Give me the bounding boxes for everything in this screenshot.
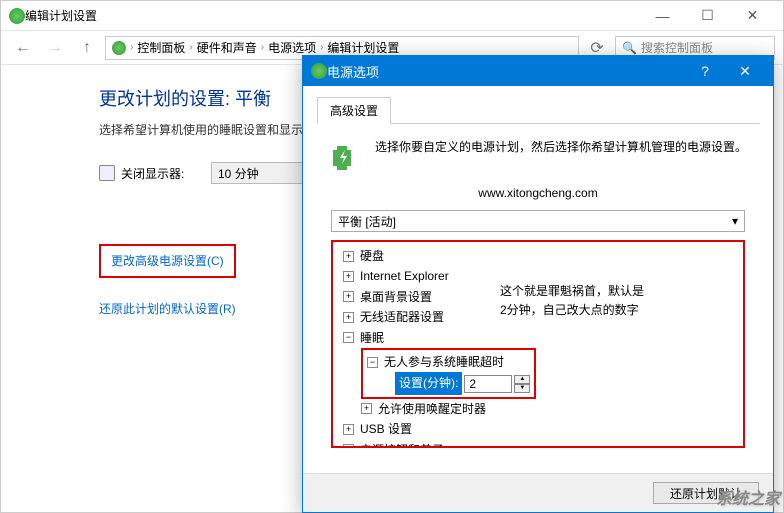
dialog-close-button[interactable]: ✕ bbox=[725, 57, 765, 86]
breadcrumb-sep: › bbox=[130, 42, 133, 53]
collapse-icon[interactable]: − bbox=[367, 357, 378, 368]
breadcrumb-icon bbox=[112, 41, 126, 55]
crumb-1[interactable]: 硬件和声音 bbox=[197, 39, 257, 56]
setting-minutes-input[interactable] bbox=[464, 375, 512, 393]
breadcrumb-sep: › bbox=[261, 42, 264, 53]
info-row: 选择你要自定义的电源计划，然后选择你希望计算机管理的电源设置。 bbox=[325, 138, 751, 178]
advanced-link-highlight: 更改高级电源设置(C) bbox=[99, 244, 236, 278]
tree-unattended[interactable]: −无人参与系统睡眠超时 bbox=[367, 352, 530, 372]
annotation-text: 这个就是罪魁祸首，默认是 2分钟，自己改大点的数字 bbox=[500, 282, 700, 320]
expand-icon[interactable]: + bbox=[343, 291, 354, 302]
settings-tree-highlight: +硬盘 +Internet Explorer +桌面背景设置 +无线适配器设置 … bbox=[331, 240, 745, 448]
dialog-help-button[interactable]: ? bbox=[685, 57, 725, 86]
annotation-line-1: 这个就是罪魁祸首，默认是 bbox=[500, 282, 700, 301]
expand-icon[interactable]: + bbox=[343, 312, 354, 323]
display-timeout-label: 关闭显示器: bbox=[121, 165, 211, 182]
expand-icon[interactable]: + bbox=[343, 444, 354, 448]
expand-icon[interactable]: + bbox=[361, 403, 372, 414]
expand-icon[interactable]: + bbox=[343, 271, 354, 282]
battery-icon bbox=[325, 138, 365, 178]
spin-up-button[interactable]: ▲ bbox=[514, 375, 530, 384]
unattended-setting-row: 设置(分钟): ▲ ▼ bbox=[367, 372, 530, 394]
tab-strip: 高级设置 bbox=[317, 96, 759, 124]
collapse-icon[interactable]: − bbox=[343, 332, 354, 343]
tree-usb[interactable]: +USB 设置 bbox=[337, 419, 743, 439]
tree-sleep[interactable]: −睡眠 bbox=[337, 328, 743, 348]
change-advanced-link[interactable]: 更改高级电源设置(C) bbox=[111, 254, 224, 268]
info-url: www.xitongcheng.com bbox=[317, 186, 759, 200]
setting-label: 设置(分钟): bbox=[395, 372, 462, 394]
titlebar: 编辑计划设置 — ☐ ✕ bbox=[1, 1, 783, 31]
crumb-2[interactable]: 电源选项 bbox=[268, 39, 316, 56]
expand-icon[interactable]: + bbox=[343, 251, 354, 262]
plan-value: 平衡 [活动] bbox=[338, 213, 396, 230]
monitor-icon bbox=[99, 165, 115, 181]
window-controls: — ☐ ✕ bbox=[640, 1, 775, 30]
tree-wake-timer[interactable]: +允许使用唤醒定时器 bbox=[337, 399, 743, 419]
tab-advanced[interactable]: 高级设置 bbox=[317, 97, 391, 124]
settings-tree[interactable]: +硬盘 +Internet Explorer +桌面背景设置 +无线适配器设置 … bbox=[333, 246, 743, 448]
annotation-line-2: 2分钟，自己改大点的数字 bbox=[500, 301, 700, 320]
maximize-button[interactable]: ☐ bbox=[685, 1, 730, 30]
crumb-0[interactable]: 控制面板 bbox=[137, 39, 185, 56]
spin-down-button[interactable]: ▼ bbox=[514, 384, 530, 393]
crumb-3[interactable]: 编辑计划设置 bbox=[327, 39, 399, 56]
dialog-title: 电源选项 bbox=[327, 62, 685, 81]
power-plan-select[interactable]: 平衡 [活动] ▾ bbox=[331, 210, 745, 232]
dialog-titlebar: 电源选项 ? ✕ bbox=[303, 56, 773, 86]
search-placeholder: 搜索控制面板 bbox=[641, 39, 713, 56]
app-icon bbox=[9, 8, 25, 24]
tree-hdd[interactable]: +硬盘 bbox=[337, 246, 743, 266]
breadcrumb-sep: › bbox=[189, 42, 192, 53]
nav-up-button[interactable]: ↑ bbox=[73, 34, 101, 62]
minimize-button[interactable]: — bbox=[640, 1, 685, 30]
info-text: 选择你要自定义的电源计划，然后选择你希望计算机管理的电源设置。 bbox=[375, 138, 751, 178]
tree-unattended-wrap: −无人参与系统睡眠超时 设置(分钟): ▲ ▼ bbox=[337, 348, 743, 399]
dialog-icon bbox=[311, 63, 327, 79]
nav-forward-button[interactable]: → bbox=[41, 34, 69, 62]
spinner: ▲ ▼ bbox=[514, 375, 530, 393]
nav-back-button[interactable]: ← bbox=[9, 34, 37, 62]
unattended-highlight: −无人参与系统睡眠超时 设置(分钟): ▲ ▼ bbox=[361, 348, 536, 399]
window-title: 编辑计划设置 bbox=[25, 7, 640, 24]
search-icon: 🔍 bbox=[622, 41, 637, 55]
dialog-body: 高级设置 选择你要自定义的电源计划，然后选择你希望计算机管理的电源设置。 www… bbox=[303, 86, 773, 458]
breadcrumb-sep: › bbox=[320, 42, 323, 53]
dialog-footer: 还原计划默认 bbox=[303, 473, 773, 512]
close-button[interactable]: ✕ bbox=[730, 1, 775, 30]
expand-icon[interactable]: + bbox=[343, 424, 354, 435]
tree-power-btn[interactable]: +电源按钮和盖子 bbox=[337, 440, 743, 448]
watermark: 系统之家 bbox=[716, 485, 780, 509]
chevron-down-icon: ▾ bbox=[732, 214, 738, 228]
